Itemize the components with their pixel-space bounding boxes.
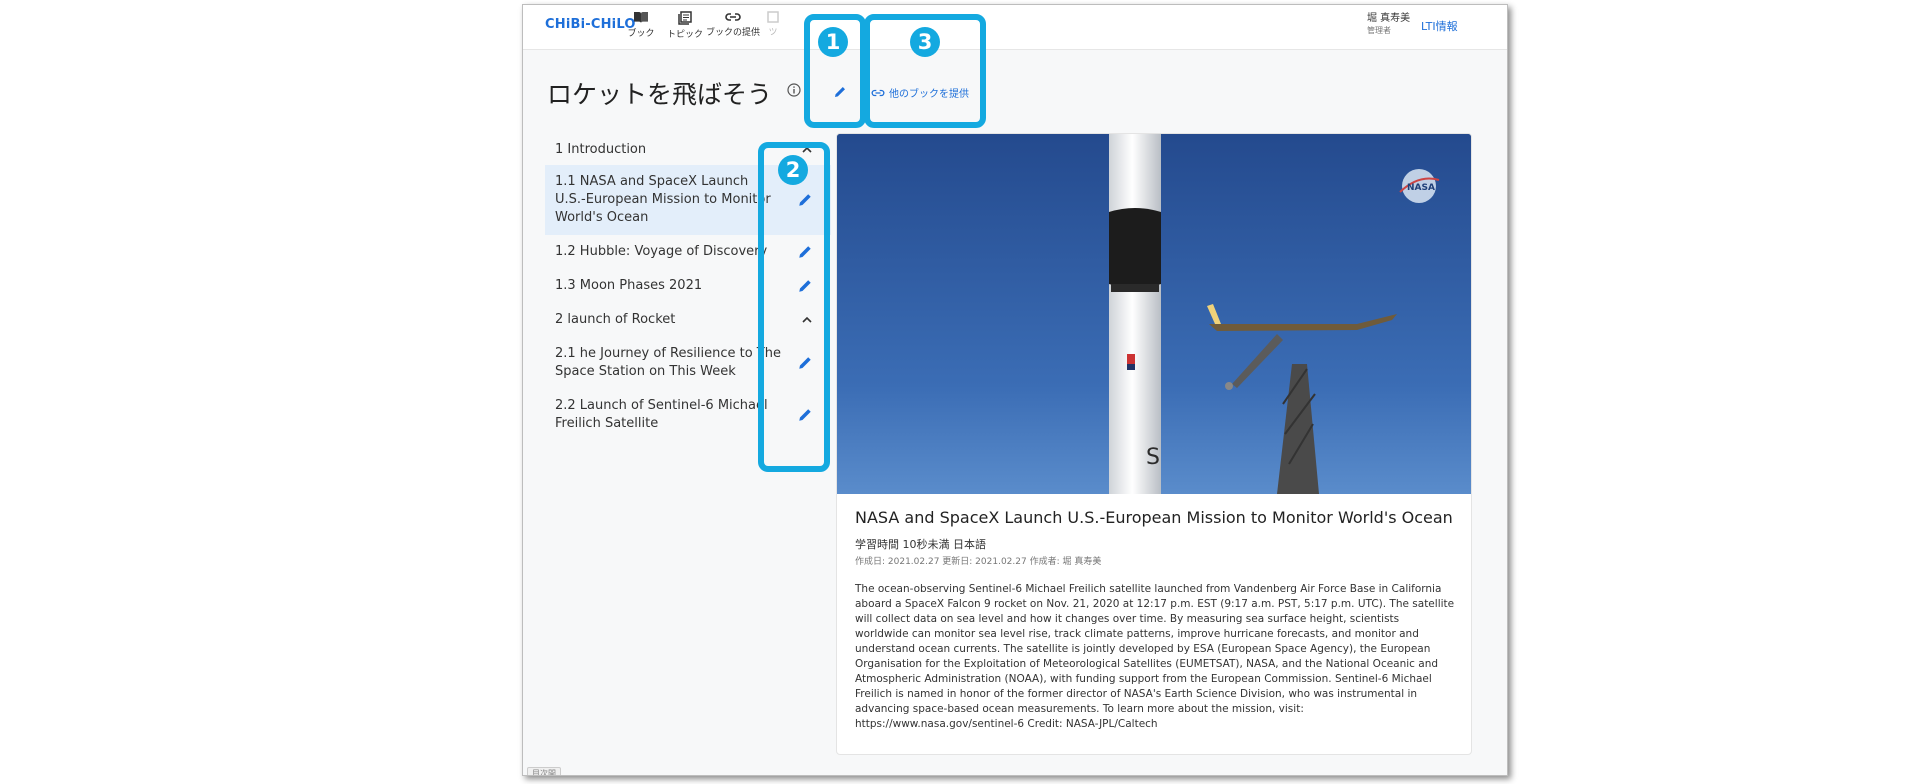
nav-tool-label: ツ [768,28,778,38]
topic-title: NASA and SpaceX Launch U.S.-European Mis… [855,508,1453,527]
toc-item-label: 1.1 NASA and SpaceX Launch U.S.-European… [555,174,771,225]
topic-dates: 作成日: 2021.02.27 更新日: 2021.02.27 作成者: 堀 真… [855,557,1102,567]
toc-toggle-tab[interactable]: 目次開 [527,767,561,775]
topic-meta: 学習時間 10秒未満 日本語 [855,538,986,551]
info-icon[interactable] [787,83,801,97]
tool-icon [767,11,779,23]
svg-text:S: S [1146,445,1160,470]
nav-books-label: ブック [627,29,655,39]
link-icon [725,13,741,21]
app-bar: CHiBi-CHiLO ブック トピック ブックの提供 ツ 堀 真寿美 管理者 … [523,5,1507,50]
topic-description: The ocean-observing Sentinel-6 Michael F… [855,583,1455,730]
user-info[interactable]: 堀 真寿美 管理者 [1367,13,1410,37]
lti-info-link[interactable]: LTI情報 [1421,18,1458,34]
rocket-launch-image: S NASA [837,134,1471,494]
callout-box-2 [758,142,830,472]
toc-item-label: 1.3 Moon Phases 2021 [555,278,703,293]
toc-item-label: 1 Introduction [555,142,647,157]
book-icon [634,12,648,23]
topics-icon [678,11,692,25]
video-player[interactable]: S NASA [837,134,1471,494]
nav-tool[interactable]: ツ [745,11,801,38]
topic-content-card: S NASA NASA and SpaceX Launch U.S.-Europ… [836,133,1472,755]
toc-item-label: 2.1 he Journey of Resilience to The Spac… [555,346,781,379]
callout-number-2: 2 [778,155,808,185]
callout-number-3: 3 [910,27,940,57]
app-window: CHiBi-CHiLO ブック トピック ブックの提供 ツ 堀 真寿美 管理者 … [522,4,1508,776]
toc-item-label: 1.2 Hubble: Voyage of Discovery [555,244,768,259]
toc-item-label: 2.2 Launch of Sentinel-6 Michael Freilic… [555,398,768,431]
toc-item-label: 2 launch of Rocket [555,312,676,327]
nav-topics-label: トピック [666,30,703,40]
user-name: 堀 真寿美 [1367,13,1411,24]
callout-number-1: 1 [818,27,848,57]
user-role: 管理者 [1367,26,1391,35]
nasa-logo-text: NASA [1407,183,1435,193]
book-title: ロケットを飛ばそう [547,80,773,109]
